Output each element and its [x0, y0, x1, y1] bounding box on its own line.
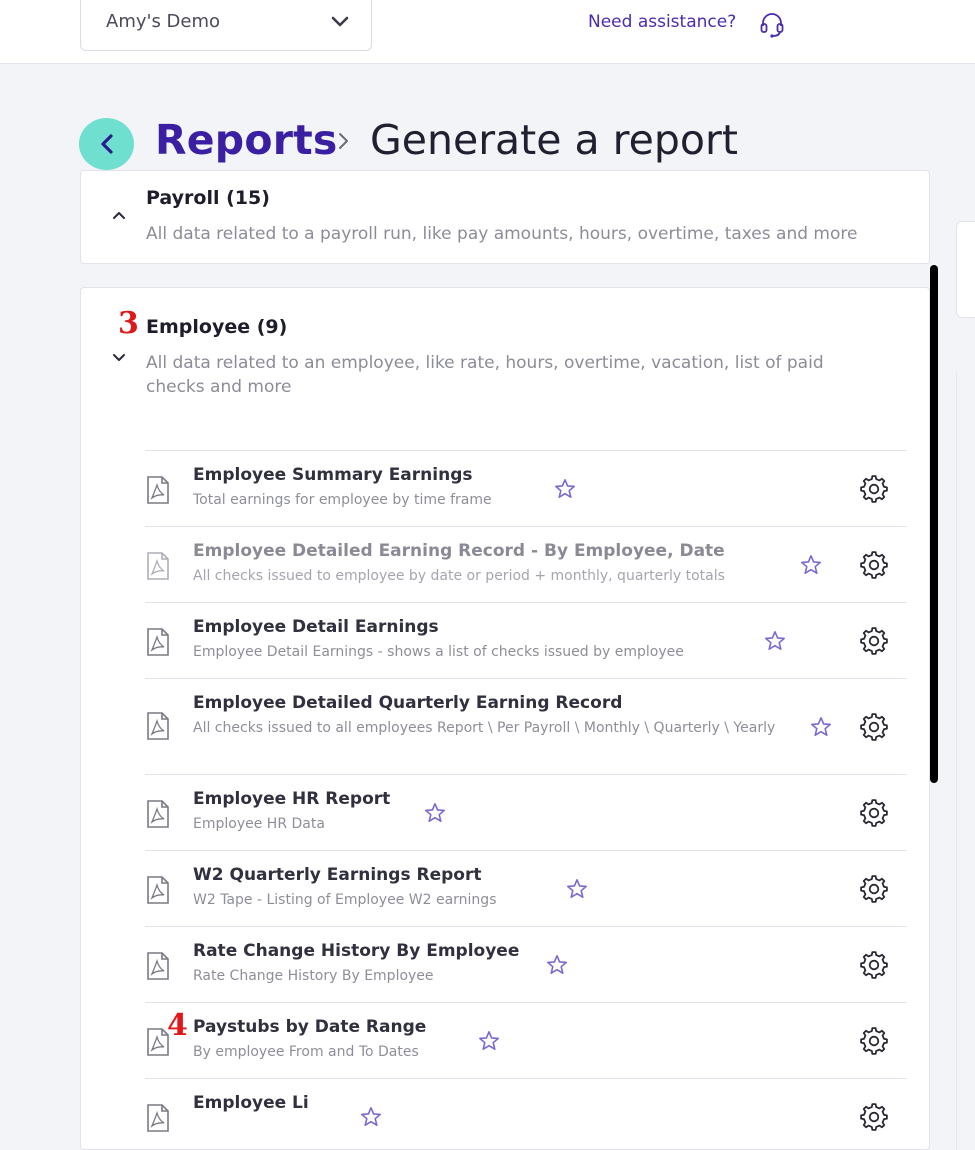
report-name[interactable]: W2 Quarterly Earnings Report [193, 865, 481, 885]
chevron-down-icon[interactable] [111, 352, 127, 364]
pdf-document-icon [147, 712, 169, 740]
report-name[interactable]: Employee Li [193, 1093, 309, 1113]
top-bar: Amy's Demo Need assistance? [0, 0, 975, 64]
report-name[interactable]: Employee Detailed Earning Record - By Em… [193, 541, 725, 561]
favorite-star-icon[interactable] [359, 1105, 383, 1129]
gear-icon[interactable] [859, 712, 889, 742]
favorite-star-icon[interactable] [565, 877, 589, 901]
report-row[interactable]: Employee Li [145, 1078, 907, 1132]
pdf-document-icon [147, 800, 169, 828]
step-marker-4: 4 [167, 1008, 188, 1043]
step-marker-3: 3 [118, 306, 139, 341]
report-description: W2 Tape - Listing of Employee W2 earning… [193, 892, 497, 908]
side-divider [956, 372, 957, 1150]
report-name[interactable]: Employee Detail Earnings [193, 617, 439, 637]
company-name: Amy's Demo [106, 11, 221, 32]
category-title: Payroll (15) [146, 187, 270, 209]
gear-icon[interactable] [859, 626, 889, 656]
category-employee[interactable]: Employee (9) All data related to an empl… [80, 287, 930, 1150]
back-button[interactable] [79, 118, 134, 170]
gear-icon[interactable] [859, 1102, 889, 1132]
report-row[interactable]: W2 Quarterly Earnings Report W2 Tape - Li… [145, 850, 907, 926]
favorite-star-icon[interactable] [763, 629, 787, 653]
report-list: Employee Summary Earnings Total earnings … [145, 450, 907, 1132]
report-description: Employee Detail Earnings - shows a list … [193, 644, 684, 660]
report-description: Total earnings for employee by time fram… [193, 492, 492, 508]
gear-icon[interactable] [859, 1026, 889, 1056]
pdf-document-icon [147, 876, 169, 904]
category-payroll[interactable]: Payroll (15) All data related to a payro… [80, 170, 930, 264]
report-row[interactable]: Paystubs by Date Range By employee From a… [145, 1002, 907, 1078]
report-description: All checks issued to employee by date or… [193, 568, 725, 584]
gear-icon[interactable] [859, 550, 889, 580]
side-panel [956, 221, 975, 318]
chevron-up-icon[interactable] [111, 209, 127, 221]
gear-icon[interactable] [859, 798, 889, 828]
report-name[interactable]: Employee HR Report [193, 789, 390, 809]
report-name[interactable]: Employee Summary Earnings [193, 465, 472, 485]
report-row[interactable]: Employee Detailed Quarterly Earning Reco… [145, 678, 907, 774]
page-title: Generate a report [370, 116, 738, 164]
report-row[interactable]: Rate Change History By Employee Rate Chan… [145, 926, 907, 1002]
report-row[interactable]: Employee Detailed Earning Record - By Em… [145, 526, 907, 602]
chevron-left-icon [101, 134, 113, 154]
favorite-star-icon[interactable] [799, 553, 823, 577]
pdf-document-icon [147, 476, 169, 504]
pdf-document-icon [147, 628, 169, 656]
chevron-down-icon [331, 16, 349, 27]
category-description: All data related to an employee, like ra… [146, 353, 824, 397]
need-assistance-link[interactable]: Need assistance? [588, 12, 736, 32]
report-description: All checks issued to all employees Repor… [193, 720, 776, 736]
favorite-star-icon[interactable] [477, 1029, 501, 1053]
report-description: Rate Change History By Employee [193, 968, 434, 984]
breadcrumb-reports-link[interactable]: Reports [155, 116, 338, 164]
category-title: Employee (9) [146, 316, 288, 338]
headset-icon[interactable] [758, 10, 786, 38]
gear-icon[interactable] [859, 950, 889, 980]
gear-icon[interactable] [859, 874, 889, 904]
favorite-star-icon[interactable] [553, 477, 577, 501]
report-row[interactable]: Employee Detail Earnings Employee Detail … [145, 602, 907, 678]
pdf-document-icon [147, 952, 169, 980]
chevron-right-icon [339, 133, 348, 149]
report-row[interactable]: Employee Summary Earnings Total earnings … [145, 450, 907, 526]
favorite-star-icon[interactable] [545, 953, 569, 977]
report-name[interactable]: Paystubs by Date Range [193, 1017, 426, 1037]
company-selector[interactable]: Amy's Demo [80, 0, 372, 51]
category-description: All data related to a payroll run, like … [146, 224, 858, 244]
pdf-document-icon [147, 1104, 169, 1132]
report-description: Employee HR Data [193, 816, 325, 832]
pdf-document-icon [147, 552, 169, 580]
report-row[interactable]: Employee HR Report Employee HR Data [145, 774, 907, 850]
report-name[interactable]: Rate Change History By Employee [193, 941, 519, 961]
scrollbar[interactable] [930, 265, 938, 783]
favorite-star-icon[interactable] [809, 715, 833, 739]
gear-icon[interactable] [859, 474, 889, 504]
report-name[interactable]: Employee Detailed Quarterly Earning Reco… [193, 693, 622, 713]
favorite-star-icon[interactable] [423, 801, 447, 825]
